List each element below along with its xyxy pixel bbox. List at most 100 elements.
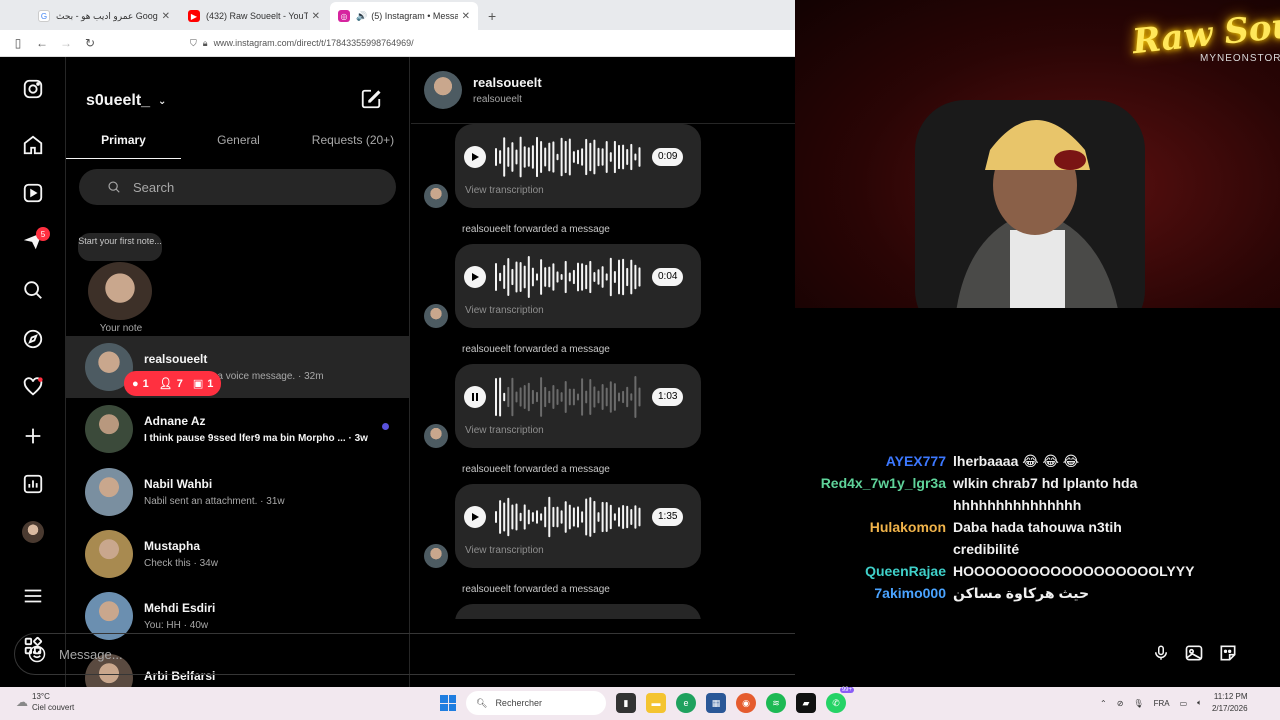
new-tab-button[interactable]: + [480,8,504,30]
waveform-bar [601,148,604,166]
tab-primary[interactable]: Primary [66,131,181,159]
sidebar-toggle-icon[interactable]: ▯ [6,36,30,50]
tab-instagram[interactable]: ◎ 🔊 (5) Instagram • Messages ✕ [330,2,478,30]
view-transcription-link[interactable]: View transcription [465,425,544,436]
create-icon[interactable] [21,424,45,448]
spotify-icon[interactable]: ≋ [766,693,786,713]
edge-icon[interactable]: e [676,693,696,713]
waveform-bar [540,377,543,417]
waveform-bar [511,142,514,172]
note-avatar[interactable] [88,262,152,320]
browser-tab-strip: G عمرو اديب هو - بحث Google ✕ ▶ (432) Ra… [0,0,795,30]
notifications-heart-icon[interactable] [21,375,45,399]
whatsapp-icon[interactable]: ✆ 99+ [826,687,854,713]
network-icon[interactable]: ⊘ [1117,699,1124,708]
forward-button[interactable]: → [54,36,78,50]
speaker-icon[interactable]: 🔊 [356,11,367,22]
search-icon[interactable] [21,278,45,302]
logo-subtitle: MYNEONSTORE [1200,53,1280,64]
profile-avatar[interactable] [22,521,44,543]
waveform[interactable] [493,254,643,300]
waveform-bar [601,266,604,288]
play-button[interactable] [464,266,486,288]
conversation-item-nabil-wahbi[interactable]: Nabil Wahbi Nabil sent an attachment. · … [66,461,409,523]
chevron-up-icon[interactable]: ⌃ [1100,699,1107,708]
site-info-icon[interactable]: ⛉ [190,38,197,49]
waveform-bar [523,384,526,410]
sticker-icon[interactable] [1218,643,1238,663]
search-input[interactable]: Search [79,169,396,205]
waveform-bar [523,265,526,289]
waveform-bar [626,505,629,529]
play-button[interactable] [464,146,486,168]
weather-widget[interactable]: ☁ 13°C Ciel couvert [16,691,74,713]
view-transcription-link[interactable]: View transcription [465,545,544,556]
close-tab-icon[interactable]: ✕ [462,11,470,22]
play-icon [472,273,479,281]
file-explorer-icon[interactable]: ▬ [646,693,666,713]
tab-google-search[interactable]: G عمرو اديب هو - بحث Google ✕ [30,2,178,30]
pause-button[interactable] [464,386,486,408]
waveform-bar [531,512,534,522]
instagram-logo-icon[interactable] [21,77,45,101]
message-input[interactable]: Message... [14,633,795,675]
view-transcription-link[interactable]: View transcription [465,185,544,196]
tab-requests[interactable]: Requests (20+) [296,131,409,159]
task-view-icon[interactable]: ▮ [616,693,636,713]
new-message-button[interactable] [360,88,382,115]
thread-avatar[interactable] [424,71,462,109]
waveform-bar [589,142,592,172]
monitor-icon[interactable]: ▭ [1180,699,1188,708]
url-text[interactable]: www.instagram.com/direct/t/1784335599876… [214,38,414,48]
note-prompt[interactable]: Start your first note... [78,233,162,261]
conversation-item-mustapha[interactable]: Mustapha Check this · 34w [66,523,409,585]
streamer-image [915,100,1145,308]
reels-icon[interactable] [21,181,45,205]
chat-line: QueenRajae HOOOOOOOOOOOOOOOOOOLYYY [820,560,1260,582]
tag-icon: ▣ [192,378,204,390]
capcut-icon[interactable]: ▰ [796,693,816,713]
thread-name[interactable]: realsoueelt [473,75,542,90]
waveform-bar [581,378,584,416]
firefox-icon[interactable]: ◉ [736,693,756,713]
waveform-bar [577,262,579,292]
explore-icon[interactable] [21,327,45,351]
tab-general[interactable]: General [181,131,296,159]
waveform[interactable] [493,494,643,540]
waveform[interactable] [493,134,643,180]
tab-youtube[interactable]: ▶ (432) Raw Soueelt - YouTube ✕ [180,2,328,30]
conversation-item-adnane-az[interactable]: Adnane Az I think pause 9ssed lfer9 ma b… [66,398,409,460]
play-button[interactable] [464,506,486,528]
close-tab-icon[interactable]: ✕ [162,11,170,22]
waveform[interactable] [493,374,643,420]
volume-icon[interactable]: 🔈︎ [1197,698,1202,708]
waveform-bar [503,502,506,532]
waveform-bar [540,513,543,521]
weather-desc: Ciel couvert [32,703,75,712]
store-icon[interactable]: ▦ [706,693,726,713]
language-indicator[interactable]: FRA [1154,699,1170,708]
home-icon[interactable] [21,133,45,157]
account-switcher[interactable]: s0ueelt_ ⌄ [86,92,166,110]
waveform-bar [523,146,526,168]
microphone-tray-icon[interactable]: 🎙︎ [1133,699,1143,708]
view-transcription-link[interactable]: View transcription [465,305,544,316]
clock[interactable]: 11:12 PM 2/17/2026 [1212,691,1248,715]
instagram-icon: ◎ [338,10,350,22]
image-icon[interactable] [1184,643,1204,663]
activity-counts-badge[interactable]: ● 1 👤︎ 7 ▣ 1 [124,371,222,396]
conversation-item-realsoueelt[interactable]: realsoueelt realsoueelt sent a voice mes… [66,336,409,398]
menu-icon[interactable] [21,584,45,608]
dashboard-icon[interactable] [21,472,45,496]
reload-button[interactable]: ↻ [78,36,102,50]
windows-start-icon[interactable] [440,695,456,711]
back-button[interactable]: ← [30,36,54,50]
waveform-bar [626,148,629,166]
cloud-icon: ☁ [16,695,28,709]
microphone-icon[interactable] [1152,643,1170,663]
taskbar-search[interactable]: 🔍︎ Rechercher [466,691,606,715]
chat-user: QueenRajae [865,563,946,579]
waveform-bar [605,502,608,532]
close-tab-icon[interactable]: ✕ [312,11,320,22]
tab-title: (5) Instagram • Messages [371,11,458,21]
